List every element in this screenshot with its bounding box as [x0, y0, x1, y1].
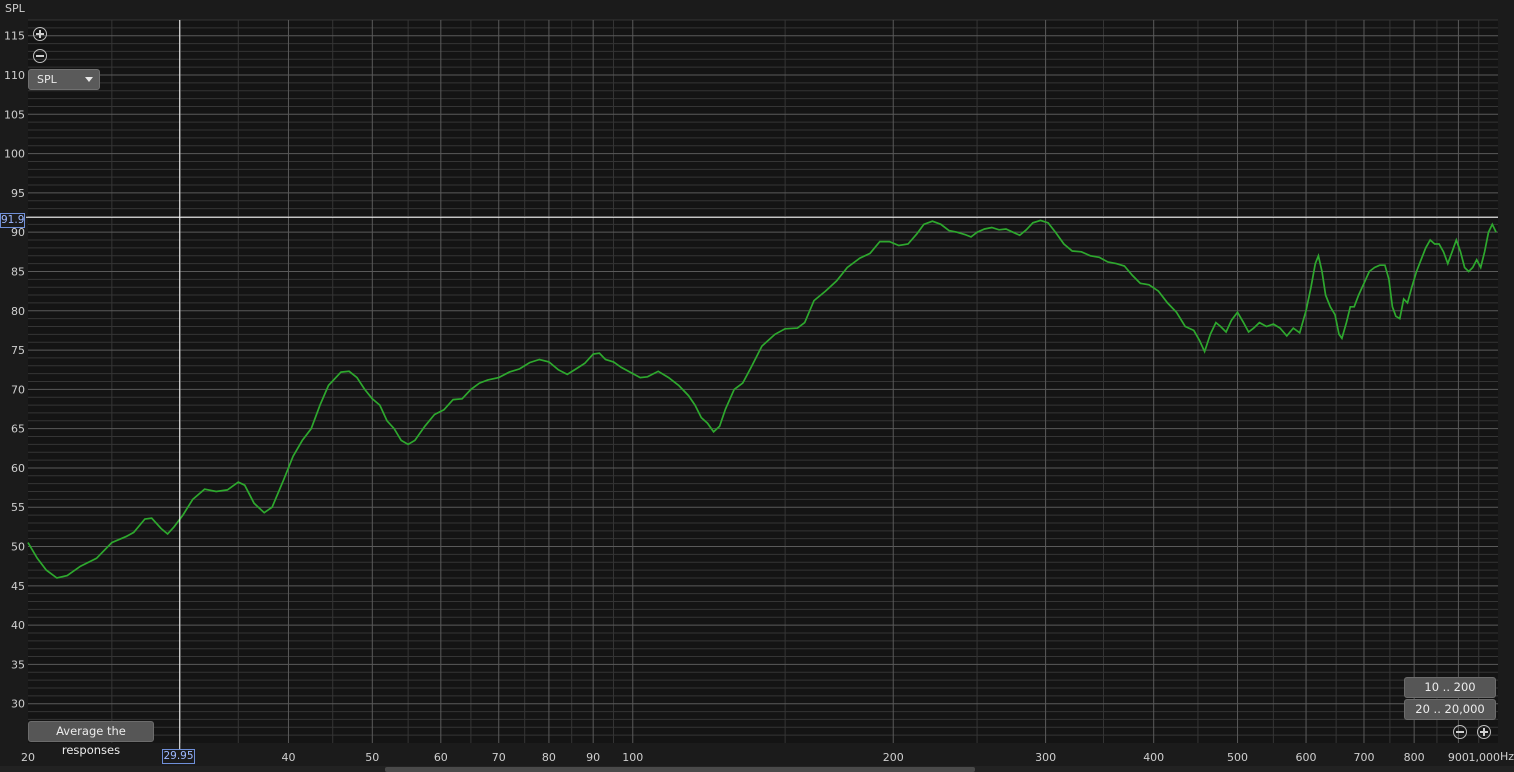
y-tick-label: 85 [11, 265, 25, 278]
y-axis-title: SPL [5, 2, 25, 15]
y-tick-label: 115 [4, 30, 25, 43]
x-tick-label: 80 [542, 751, 556, 764]
x-tick-label: 800 [1404, 751, 1425, 764]
y-tick-label: 35 [11, 658, 25, 671]
y-tick-label: 75 [11, 344, 25, 357]
y-tick-label: 105 [4, 108, 25, 121]
x-tick-label: 20 [21, 751, 35, 764]
y-tick-label: 90 [11, 226, 25, 239]
range-10-200-button[interactable]: 10 .. 200 [1404, 677, 1496, 698]
scrollbar-thumb[interactable] [385, 767, 975, 772]
y-tick-label: 55 [11, 501, 25, 514]
x-tick-label: 90 [586, 751, 600, 764]
x-tick-label: 40 [281, 751, 295, 764]
y-zoom-in-icon[interactable] [33, 27, 47, 41]
y-tick-label: 80 [11, 305, 25, 318]
x-tick-label: 400 [1143, 751, 1164, 764]
y-tick-label: 70 [11, 383, 25, 396]
x-tick-label: 50 [365, 751, 379, 764]
x-tick-label: 600 [1296, 751, 1317, 764]
y-tick-label: 60 [11, 462, 25, 475]
y-tick-label: 45 [11, 580, 25, 593]
y-tick-label: 95 [11, 187, 25, 200]
range-20-20000-button[interactable]: 20 .. 20,000 [1404, 699, 1496, 720]
cursor-y-readout: 91.9 [0, 213, 25, 228]
y-tick-label: 65 [11, 423, 25, 436]
x-zoom-out-icon[interactable] [1453, 725, 1467, 739]
average-responses-button[interactable]: Average the responses [28, 721, 154, 757]
x-tick-label: 900 [1448, 751, 1469, 764]
y-tick-label: 50 [11, 541, 25, 554]
x-tick-label: 60 [434, 751, 448, 764]
x-tick-label: 1,000 [1469, 751, 1501, 764]
x-tick-label: 700 [1353, 751, 1374, 764]
x-tick-label: 100 [622, 751, 643, 764]
y-tick-label: 110 [4, 69, 25, 82]
x-axis-unit: Hz [1500, 750, 1514, 763]
y-zoom-out-icon[interactable] [33, 49, 47, 63]
cursor-x-readout: 29.95 [162, 749, 195, 764]
dropdown-selected-value: SPL [37, 73, 57, 86]
chevron-down-icon [85, 77, 93, 82]
frequency-response-chart[interactable]: 30 35 40 45 50 55 60 65 70 75 80 85 90 95 100 105 110 115… [0, 0, 1514, 772]
y-tick-label: 30 [11, 698, 25, 711]
x-tick-label: 300 [1035, 751, 1056, 764]
x-tick-label: 70 [492, 751, 506, 764]
y-tick-label: 100 [4, 148, 25, 161]
measurement-type-dropdown[interactable]: SPL [28, 69, 100, 90]
x-tick-label: 200 [883, 751, 904, 764]
y-tick-label: 40 [11, 619, 25, 632]
x-tick-label: 500 [1227, 751, 1248, 764]
x-zoom-in-icon[interactable] [1477, 725, 1491, 739]
